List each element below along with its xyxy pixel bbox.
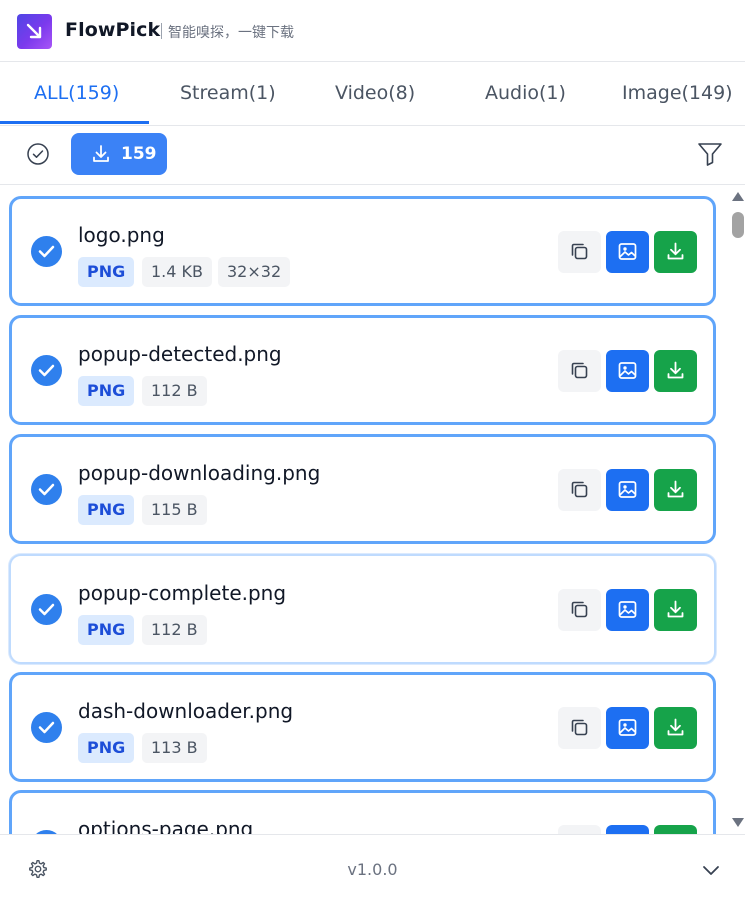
tab-image[interactable]: Image(149)	[622, 82, 733, 104]
download-icon	[667, 480, 684, 498]
file-checkbox[interactable]	[31, 594, 62, 625]
app-name: FlowPick	[65, 19, 161, 41]
file-checkbox[interactable]	[31, 355, 62, 386]
file-name: options-page.png	[78, 817, 254, 834]
copy-link-button[interactable]	[558, 350, 601, 392]
file-name: logo.png	[78, 223, 165, 247]
file-card[interactable]: popup-detected.png PNG 112 B	[9, 315, 716, 425]
select-all-button[interactable]	[26, 142, 50, 166]
download-icon	[667, 242, 684, 260]
version-label: v1.0.0	[347, 860, 398, 879]
file-size: 1.4 KB	[142, 257, 212, 287]
filter-button[interactable]	[697, 141, 723, 167]
file-size: 115 B	[142, 495, 207, 525]
image-icon	[618, 362, 637, 379]
tab-video[interactable]: Video(8)	[335, 82, 415, 104]
check-icon	[38, 721, 55, 734]
download-button[interactable]	[654, 825, 697, 834]
preview-button[interactable]	[606, 707, 649, 749]
check-icon	[38, 603, 55, 616]
image-icon	[618, 481, 637, 498]
preview-button[interactable]	[606, 589, 649, 631]
scroll-up-arrow[interactable]	[732, 192, 744, 201]
image-icon	[618, 243, 637, 260]
check-icon	[38, 245, 55, 258]
file-size: 112 B	[142, 615, 207, 645]
file-list[interactable]: logo.png PNG 1.4 KB 32×32 popup-detected…	[0, 185, 731, 834]
copy-icon	[571, 243, 588, 260]
download-button[interactable]	[654, 231, 697, 273]
file-size: 112 B	[142, 376, 207, 406]
download-button[interactable]	[654, 707, 697, 749]
app-header: FlowPick 智能嗅探，一键下载	[0, 0, 745, 62]
preview-button[interactable]	[606, 231, 649, 273]
download-all-button[interactable]: 159	[71, 133, 167, 175]
file-card[interactable]: popup-downloading.png PNG 115 B	[9, 434, 716, 544]
file-dimensions: 32×32	[218, 257, 291, 287]
app-footer: v1.0.0	[0, 834, 745, 903]
app-slogan: 智能嗅探，一键下载	[168, 25, 294, 41]
tab-audio[interactable]: Audio(1)	[485, 82, 566, 104]
image-icon	[618, 719, 637, 736]
chevron-down-icon	[703, 866, 719, 875]
file-card[interactable]: popup-complete.png PNG 112 B	[9, 554, 716, 664]
list-scrollbar[interactable]	[731, 185, 745, 834]
check-circle-icon	[27, 143, 49, 165]
collapse-button[interactable]	[700, 859, 722, 881]
preview-button[interactable]	[606, 469, 649, 511]
file-checkbox[interactable]	[31, 236, 62, 267]
app-logo	[17, 14, 52, 49]
file-name: popup-downloading.png	[78, 461, 321, 485]
download-icon	[667, 361, 684, 379]
file-checkbox[interactable]	[31, 712, 62, 743]
filter-tabs: ALL(159) Stream(1) Video(8) Audio(1) Ima…	[0, 62, 745, 126]
preview-button[interactable]	[606, 350, 649, 392]
download-count: 159	[121, 144, 157, 164]
image-icon	[618, 601, 637, 618]
active-tab-indicator	[0, 121, 149, 124]
filter-icon	[698, 143, 722, 166]
copy-icon	[571, 601, 588, 618]
file-name: popup-complete.png	[78, 581, 287, 605]
check-icon	[38, 364, 55, 377]
toolbar: 159	[0, 126, 745, 185]
tab-all[interactable]: ALL(159)	[34, 82, 119, 104]
download-button[interactable]	[654, 469, 697, 511]
copy-icon	[571, 362, 588, 379]
file-checkbox[interactable]	[31, 474, 62, 505]
copy-link-button[interactable]	[558, 231, 601, 273]
file-type-badge: PNG	[78, 733, 135, 763]
check-icon	[38, 483, 55, 496]
file-name: dash-downloader.png	[78, 699, 294, 723]
copy-link-button[interactable]	[558, 707, 601, 749]
file-card[interactable]: logo.png PNG 1.4 KB 32×32	[9, 196, 716, 306]
copy-link-button[interactable]	[558, 589, 601, 631]
file-type-badge: PNG	[78, 376, 135, 406]
preview-button[interactable]	[606, 825, 649, 834]
header-divider	[161, 23, 162, 39]
file-type-badge: PNG	[78, 495, 135, 525]
download-button[interactable]	[654, 350, 697, 392]
file-card[interactable]: options-page.png	[9, 790, 716, 834]
file-card[interactable]: dash-downloader.png PNG 113 B	[9, 672, 716, 782]
tab-stream[interactable]: Stream(1)	[180, 82, 276, 104]
arrow-down-right-icon	[26, 23, 42, 39]
copy-link-button[interactable]	[558, 469, 601, 511]
download-icon	[667, 718, 684, 736]
copy-icon	[571, 481, 588, 498]
download-icon	[93, 145, 109, 162]
copy-icon	[571, 719, 588, 736]
copy-link-button[interactable]	[558, 825, 601, 834]
file-type-badge: PNG	[78, 257, 135, 287]
file-type-badge: PNG	[78, 615, 135, 645]
file-size: 113 B	[142, 733, 207, 763]
download-icon	[667, 600, 684, 618]
file-name: popup-detected.png	[78, 342, 282, 366]
scroll-thumb[interactable]	[732, 212, 744, 238]
scroll-down-arrow[interactable]	[732, 818, 744, 827]
download-button[interactable]	[654, 589, 697, 631]
